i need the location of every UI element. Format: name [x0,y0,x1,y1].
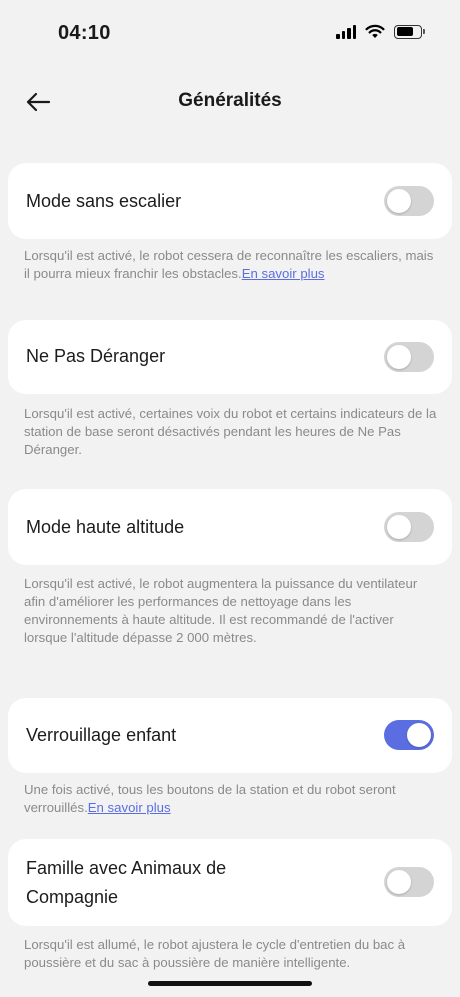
setting-do-not-disturb: Ne Pas Déranger [8,320,452,394]
stairless-mode-toggle[interactable] [384,186,434,216]
learn-more-link[interactable]: En savoir plus [88,800,171,815]
setting-description: Lorsqu'il est activé, le robot augmenter… [24,576,418,645]
status-bar: 04:10 [0,0,460,70]
pet-family-toggle[interactable] [384,867,434,897]
setting-label: Famille avec Animaux de Compagnie [26,858,227,907]
learn-more-link[interactable]: En savoir plus [242,266,325,281]
do-not-disturb-toggle[interactable] [384,342,434,372]
header: Généralités [0,80,460,124]
setting-description: Lorsqu'il est activé, le robot cessera d… [24,248,434,281]
setting-child-lock: Verrouillage enfant [8,698,452,773]
child-lock-toggle[interactable] [384,720,434,750]
setting-high-altitude-mode: Mode haute altitude [8,489,452,565]
battery-icon [394,24,425,39]
setting-stairless-mode: Mode sans escalier [8,163,452,239]
status-icons [336,24,425,39]
page-title: Généralités [178,90,282,111]
setting-label: Mode sans escalier [26,191,182,211]
screen: 04:10 Généralités Mode sans escalier Lor… [0,0,460,997]
signal-icon [336,24,356,39]
setting-description: Lorsqu'il est allumé, le robot ajustera … [24,937,406,970]
home-indicator [148,981,312,986]
setting-label: Ne Pas Déranger [26,346,166,366]
setting-description: Une fois activé, tous les boutons de la … [24,782,396,815]
setting-description: Lorsqu'il est activé, certaines voix du … [24,406,437,457]
status-time: 04:10 [58,22,111,44]
setting-pet-family: Famille avec Animaux de Compagnie [8,839,452,926]
setting-label: Mode haute altitude [26,517,185,537]
high-altitude-toggle[interactable] [384,512,434,542]
wifi-icon [365,24,385,38]
setting-label: Verrouillage enfant [26,725,177,745]
